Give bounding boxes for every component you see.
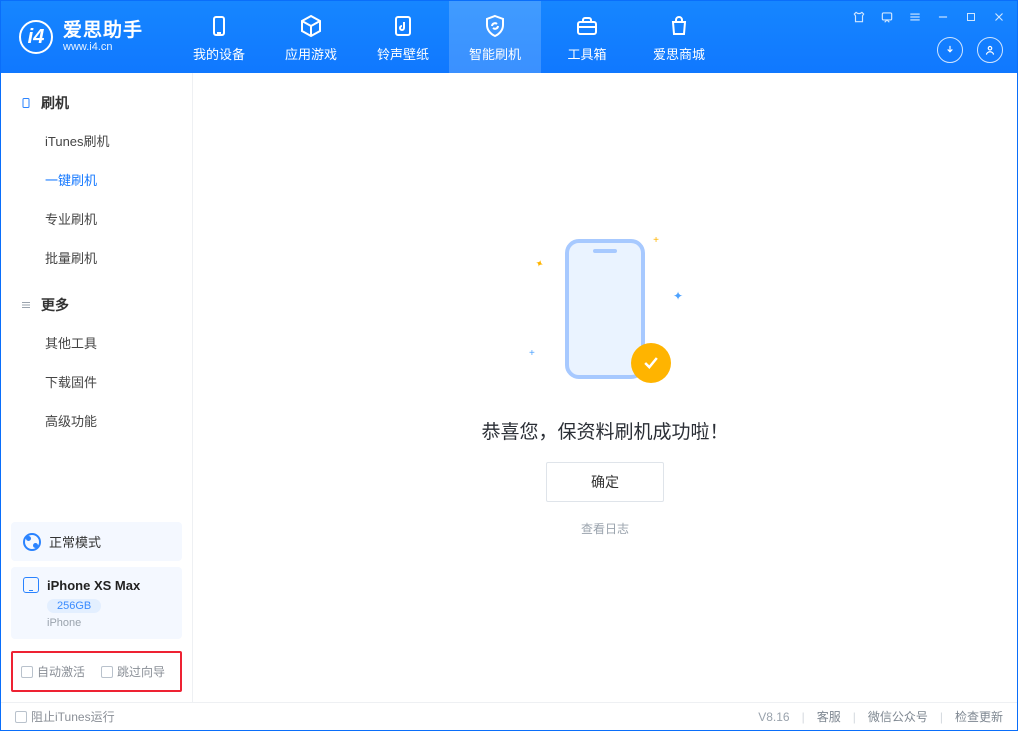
footer-link-update[interactable]: 检查更新 — [955, 708, 1003, 725]
nav-label: 铃声壁纸 — [377, 44, 429, 63]
sidebar-section-flash: 刷机 — [1, 85, 192, 121]
sidebar-item-pro-flash[interactable]: 专业刷机 — [1, 199, 192, 238]
capacity-badge: 256GB — [47, 599, 101, 613]
logo-text: 爱思助手 www.i4.cn — [63, 21, 143, 54]
spark-icon: ✦ — [673, 289, 683, 303]
device-small-icon — [23, 577, 39, 593]
nav-label: 我的设备 — [193, 44, 245, 63]
sidebar-item-label: 批量刷机 — [45, 251, 97, 266]
device-icon — [205, 12, 233, 40]
ok-button[interactable]: 确定 — [546, 462, 664, 502]
sidebar-item-oneclick-flash[interactable]: 一键刷机 — [1, 160, 192, 199]
nav-label: 工具箱 — [568, 44, 607, 63]
footer-link-wechat[interactable]: 微信公众号 — [868, 708, 928, 725]
checkbox-label: 自动激活 — [37, 663, 85, 680]
nav-label: 应用游戏 — [285, 44, 337, 63]
skin-icon[interactable] — [851, 9, 867, 25]
nav-label: 智能刷机 — [469, 44, 521, 63]
nav-toolbox[interactable]: 工具箱 — [541, 1, 633, 73]
device-name: iPhone XS Max — [47, 578, 140, 593]
minimize-button[interactable] — [935, 9, 951, 25]
sidebar-item-label: 其他工具 — [45, 336, 97, 351]
checkbox-auto-activate[interactable]: 自动激活 — [21, 663, 85, 680]
device-card[interactable]: iPhone XS Max 256GB iPhone — [11, 567, 182, 639]
sidebar-item-itunes-flash[interactable]: iTunes刷机 — [1, 121, 192, 160]
section-label: 更多 — [41, 295, 69, 315]
normal-mode-icon — [23, 533, 41, 551]
top-nav: 我的设备 应用游戏 铃声壁纸 智能刷机 工具箱 爱思商城 — [173, 1, 725, 73]
sidebar-item-label: 高级功能 — [45, 414, 97, 429]
app-window: i4 爱思助手 www.i4.cn 我的设备 应用游戏 铃声壁纸 智能刷机 — [0, 0, 1018, 731]
shield-sync-icon — [481, 12, 509, 40]
sidebar: 刷机 iTunes刷机 一键刷机 专业刷机 批量刷机 更多 其他工具 下载固件 … — [1, 73, 193, 702]
spark-icon: + — [653, 235, 659, 246]
logo-block: i4 爱思助手 www.i4.cn — [1, 20, 173, 54]
sidebar-section-more: 更多 — [1, 287, 192, 323]
nav-store[interactable]: 爱思商城 — [633, 1, 725, 73]
sidebar-item-label: 一键刷机 — [45, 173, 97, 188]
version-label: V8.16 — [758, 710, 789, 724]
footer-link-support[interactable]: 客服 — [817, 708, 841, 725]
body: 刷机 iTunes刷机 一键刷机 专业刷机 批量刷机 更多 其他工具 下载固件 … — [1, 73, 1017, 702]
sidebar-item-batch-flash[interactable]: 批量刷机 — [1, 238, 192, 277]
checkbox-block-itunes[interactable]: 阻止iTunes运行 — [15, 708, 115, 725]
footer: 阻止iTunes运行 V8.16 | 客服 | 微信公众号 | 检查更新 — [1, 702, 1017, 730]
toolbox-icon — [573, 12, 601, 40]
sidebar-item-other-tools[interactable]: 其他工具 — [1, 323, 192, 362]
nav-ringtones-wallpapers[interactable]: 铃声壁纸 — [357, 1, 449, 73]
app-url: www.i4.cn — [63, 41, 143, 53]
close-button[interactable] — [991, 9, 1007, 25]
music-file-icon — [389, 12, 417, 40]
feedback-icon[interactable] — [879, 9, 895, 25]
check-badge-icon — [631, 343, 671, 383]
section-label: 刷机 — [41, 93, 69, 113]
success-illustration: ✦ ✦ + + — [545, 239, 665, 389]
sidebar-item-label: 下载固件 — [45, 375, 97, 390]
nav-apps-games[interactable]: 应用游戏 — [265, 1, 357, 73]
checkbox-skip-guide[interactable]: 跳过向导 — [101, 663, 165, 680]
device-subtype: iPhone — [47, 617, 170, 629]
view-log-link[interactable]: 查看日志 — [581, 520, 629, 537]
window-controls — [851, 9, 1007, 25]
list-icon — [19, 298, 33, 312]
sidebar-item-download-firmware[interactable]: 下载固件 — [1, 362, 192, 401]
app-name: 爱思助手 — [63, 21, 143, 42]
mode-card[interactable]: 正常模式 — [11, 522, 182, 561]
menu-icon[interactable] — [907, 9, 923, 25]
checkbox-label: 阻止iTunes运行 — [31, 708, 115, 725]
mode-label: 正常模式 — [49, 532, 101, 551]
download-button[interactable] — [937, 37, 963, 63]
sidebar-item-advanced[interactable]: 高级功能 — [1, 401, 192, 440]
phone-small-icon — [19, 96, 33, 110]
sidebar-item-label: 专业刷机 — [45, 212, 97, 227]
titlebar: i4 爱思助手 www.i4.cn 我的设备 应用游戏 铃声壁纸 智能刷机 — [1, 1, 1017, 73]
cube-icon — [297, 12, 325, 40]
flash-options-highlight: 自动激活 跳过向导 — [11, 651, 182, 692]
success-message: 恭喜您，保资料刷机成功啦！ — [481, 417, 728, 444]
nav-my-device[interactable]: 我的设备 — [173, 1, 265, 73]
nav-label: 爱思商城 — [653, 44, 705, 63]
spark-icon: ✦ — [533, 257, 545, 270]
nav-smart-flash[interactable]: 智能刷机 — [449, 1, 541, 73]
store-icon — [665, 12, 693, 40]
logo-icon: i4 — [19, 20, 53, 54]
spark-icon: + — [529, 348, 535, 359]
maximize-button[interactable] — [963, 9, 979, 25]
checkbox-label: 跳过向导 — [117, 663, 165, 680]
main-content: ✦ ✦ + + 恭喜您，保资料刷机成功啦！ 确定 查看日志 — [193, 73, 1017, 702]
titlebar-actions — [937, 37, 1003, 63]
sidebar-item-label: iTunes刷机 — [45, 134, 110, 149]
user-button[interactable] — [977, 37, 1003, 63]
